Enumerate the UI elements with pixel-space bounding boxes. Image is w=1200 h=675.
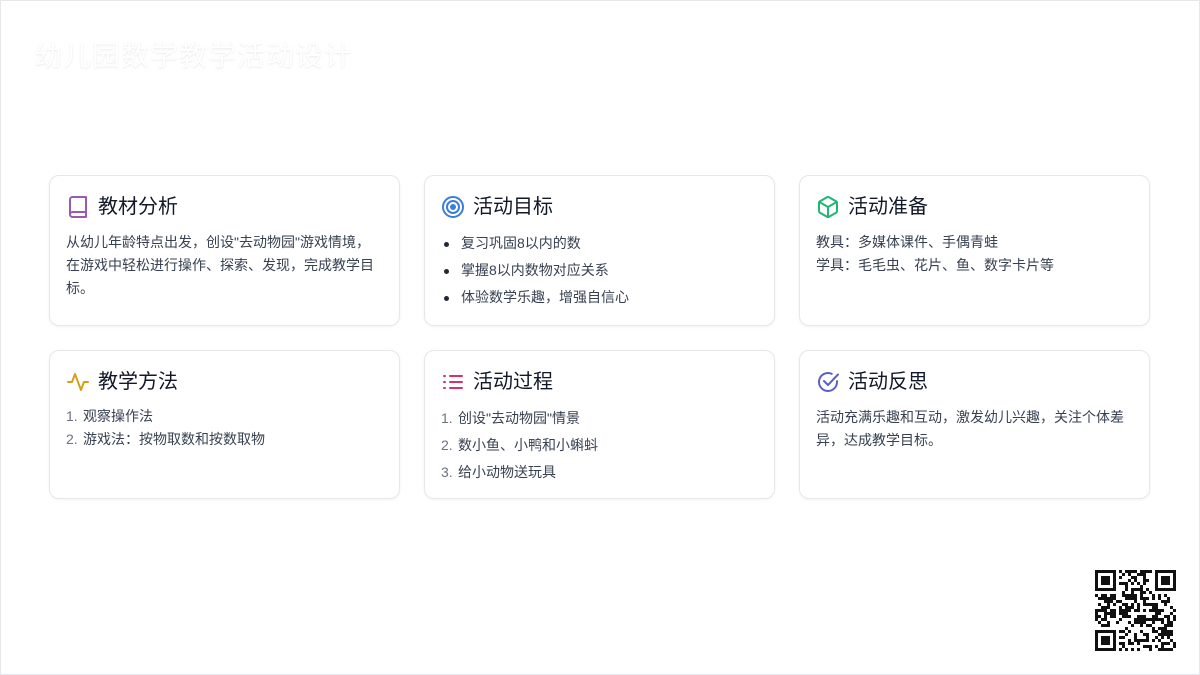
list-item: 掌握8以内数物对应关系 — [441, 257, 758, 284]
list-item: 2. 游戏法：按物取数和按数取物 — [66, 431, 265, 447]
list-item: 3. 给小动物送玩具 — [441, 464, 556, 480]
list-item: 复习巩固8以内的数 — [441, 230, 758, 257]
card-text: 活动充满乐趣和互动，激发幼儿兴趣，关注个体差异，达成教学目标。 — [816, 409, 1124, 448]
card-title: 活动过程 — [473, 371, 553, 395]
page-title: 幼儿园数学教学活动设计 — [34, 40, 354, 71]
text-line: 教具：多媒体课件、手偶青蛙 — [816, 234, 998, 250]
card-header: 教材分析 — [66, 194, 383, 220]
card-title: 活动准备 — [848, 196, 928, 220]
card-material-analysis: 教材分析 从幼儿年龄特点出发，创设"去动物园"游戏情境，在游戏中轻松进行操作、探… — [49, 175, 400, 326]
process-list: 1. 创设"去动物园"情景 2. 数小鱼、小鸭和小蝌蚪 3. 给小动物送玩具 — [441, 405, 758, 486]
card-title: 教材分析 — [98, 196, 178, 220]
card-text: 从幼儿年龄特点出发，创设"去动物园"游戏情境，在游戏中轻松进行操作、探索、发现，… — [66, 234, 374, 296]
check-circle-icon — [816, 370, 840, 394]
list-icon — [441, 370, 465, 394]
list-item: 1. 观察操作法 — [66, 408, 153, 424]
activity-icon — [66, 370, 90, 394]
card-activity-reflection: 活动反思 活动充满乐趣和互动，激发幼儿兴趣，关注个体差异，达成教学目标。 — [799, 350, 1150, 499]
card-activity-preparation: 活动准备 教具：多媒体课件、手偶青蛙 学具：毛毛虫、花片、鱼、数字卡片等 — [799, 175, 1150, 326]
card-teaching-methods: 教学方法 1. 观察操作法 2. 游戏法：按物取数和按数取物 — [49, 350, 400, 499]
card-header: 教学方法 — [66, 369, 383, 395]
target-icon — [441, 195, 465, 219]
book-icon — [66, 195, 90, 219]
list-item: 1. 创设"去动物园"情景 — [441, 410, 580, 426]
card-header: 活动过程 — [441, 369, 758, 395]
card-header: 活动目标 — [441, 194, 758, 220]
card-header: 活动反思 — [816, 369, 1133, 395]
card-activity-goals: 活动目标 复习巩固8以内的数 掌握8以内数物对应关系 体验数学乐趣，增强自信心 — [424, 175, 775, 326]
package-icon — [816, 195, 840, 219]
text-line: 学具：毛毛虫、花片、鱼、数字卡片等 — [816, 257, 1054, 273]
list-item: 体验数学乐趣，增强自信心 — [441, 284, 758, 311]
card-header: 活动准备 — [816, 194, 1133, 220]
qr-code — [1095, 570, 1176, 651]
card-title: 教学方法 — [98, 371, 178, 395]
card-title: 活动反思 — [848, 371, 928, 395]
card-title: 活动目标 — [473, 196, 553, 220]
preparation-lines: 教具：多媒体课件、手偶青蛙 学具：毛毛虫、花片、鱼、数字卡片等 — [816, 231, 1133, 277]
method-list: 1. 观察操作法 2. 游戏法：按物取数和按数取物 — [66, 405, 383, 451]
card-activity-process: 活动过程 1. 创设"去动物园"情景 2. 数小鱼、小鸭和小蝌蚪 3. 给小动物送玩具 — [424, 350, 775, 499]
card-grid: 教材分析 从幼儿年龄特点出发，创设"去动物园"游戏情境，在游戏中轻松进行操作、探… — [49, 175, 1151, 499]
list-item: 2. 数小鱼、小鸭和小蝌蚪 — [441, 437, 598, 453]
goal-list: 复习巩固8以内的数 掌握8以内数物对应关系 体验数学乐趣，增强自信心 — [441, 230, 758, 311]
